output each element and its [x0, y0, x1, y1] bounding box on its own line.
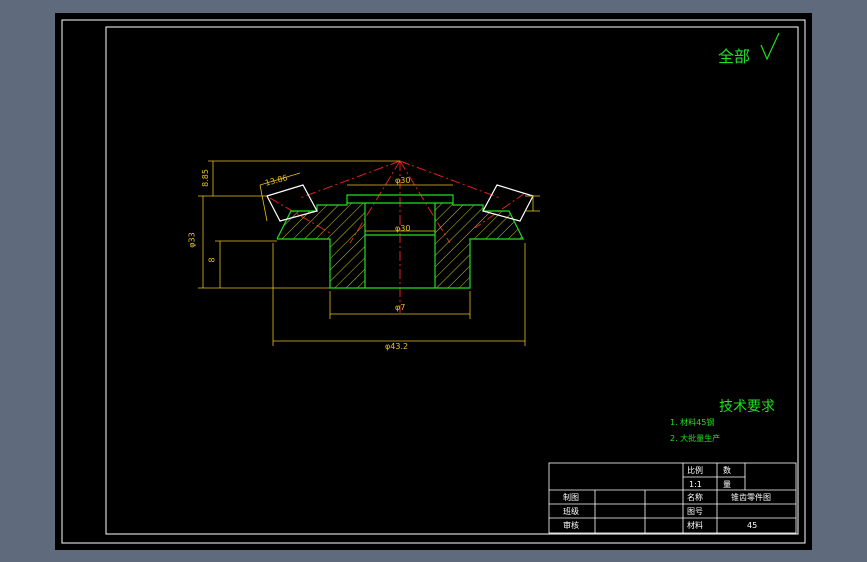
title-quantity-label: 数 [723, 466, 731, 475]
tech-requirement-item: 2. 大批量生产 [670, 434, 721, 443]
dim-hub-bottom: φ7 [395, 303, 406, 312]
tech-requirements-title: 技术要求 [719, 399, 775, 415]
dim-bottom-outer: φ43.2 [385, 342, 409, 351]
title-drawing-no-label: 图号 [687, 507, 703, 516]
title-scale-label: 比例 [687, 466, 703, 475]
drawing-sheet[interactable]: 全部 φ43.2 φ30 φ30 φ7 φ33 8 8.85 13.86 技术要… [55, 13, 812, 550]
surface-finish-icon [760, 32, 780, 61]
tech-requirement-item: 1. 材料45钢 [670, 418, 715, 427]
title-name-label: 名称 [687, 493, 703, 502]
dimension-lines [198, 160, 540, 346]
title-name-value: 锥齿零件图 [731, 493, 771, 502]
title-quantity-value: 量 [723, 480, 731, 489]
dim-bore-top: φ30 [395, 176, 411, 185]
outer-border [61, 19, 806, 544]
dim-bore: φ30 [395, 224, 411, 233]
title-material-label: 材料 [687, 521, 703, 530]
surface-finish-label: 全部 [718, 47, 751, 66]
title-drawn-by: 制图 [563, 493, 579, 502]
dim-left-top: 8.85 [200, 169, 210, 187]
title-class: 班级 [563, 507, 579, 516]
title-material-value: 45 [747, 521, 758, 530]
title-scale-value: 1:1 [689, 480, 702, 489]
dim-left-lower: 8 [207, 257, 217, 263]
title-checked-by: 审核 [563, 521, 579, 530]
dim-left-overall: φ33 [187, 232, 197, 248]
